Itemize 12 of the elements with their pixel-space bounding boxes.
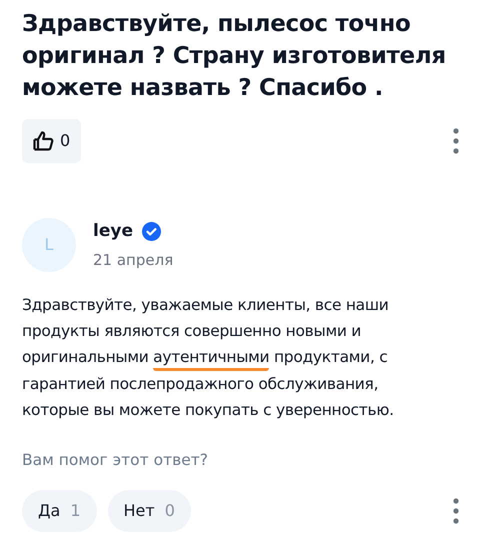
answer-date: 21 апреля (93, 250, 174, 271)
question-text: Здравствуйте, пылесос точно оригинал ? Страну изготовителя можете назвать ? Спасибо . (22, 10, 447, 103)
answer-text: Здравствуйте, уважаемые клиенты, все наши продукты являются совершенно новыми и оригинальными аутентичными продуктами, с гарантией послепродажного обслуживания, которые вы можете покупать с уверенностью. (22, 295, 395, 421)
vote-button[interactable]: Да 1 (22, 490, 96, 532)
helpful-prompt: Вам помог этот ответ? (22, 450, 210, 471)
thumbs-up-icon (33, 131, 54, 151)
author-name: leye (93, 220, 133, 242)
more-options-icon[interactable] (453, 128, 459, 154)
like-button[interactable]: 0 (22, 119, 82, 163)
vote-button[interactable]: Нет 0 (108, 490, 191, 532)
avatar: L (22, 218, 76, 272)
more-options-icon[interactable] (453, 498, 459, 524)
